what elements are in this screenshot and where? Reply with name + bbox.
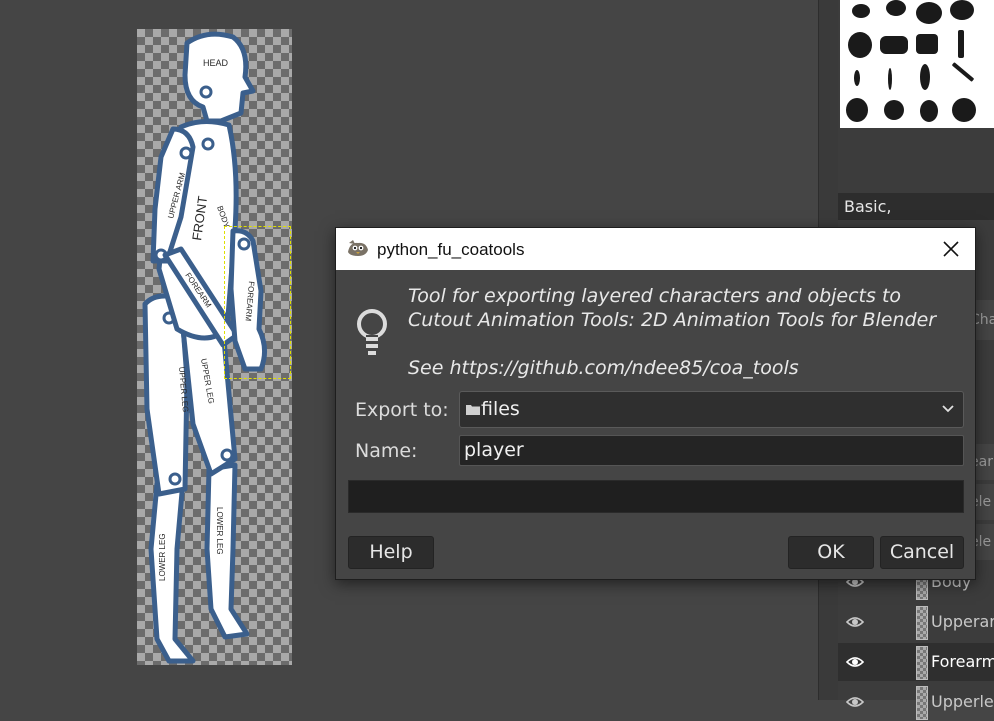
brush-thumbnail[interactable] (852, 4, 870, 18)
layer-row-upperleg[interactable]: Upperleg (838, 683, 994, 721)
brush-thumbnail[interactable] (951, 62, 975, 82)
dialog-titlebar[interactable]: python_fu_coatools (336, 228, 975, 270)
progress-bar (348, 480, 964, 513)
brush-thumbnail[interactable] (958, 30, 964, 58)
description-line: Cutout Animation Tools: 2D Animation Too… (408, 309, 937, 331)
lower-leg-label-right: LOWER LEG (215, 507, 224, 555)
layer-name: Upperleg (931, 692, 994, 711)
brushes-panel[interactable] (840, 0, 994, 128)
dialog-title: python_fu_coatools (377, 240, 525, 259)
export-folder-chooser[interactable]: files (459, 391, 964, 428)
chevron-down-icon (942, 405, 954, 413)
lightbulb-icon (357, 309, 387, 355)
brush-thumbnail[interactable] (888, 68, 892, 90)
gimp-icon (348, 240, 368, 256)
cancel-button[interactable]: Cancel (880, 536, 964, 569)
brush-thumbnail[interactable] (848, 32, 872, 58)
export-to-label: Export to: (355, 399, 449, 421)
brush-thumbnail[interactable] (880, 36, 908, 54)
brush-thumbnail[interactable] (916, 2, 942, 24)
description-line: Tool for exporting layered characters an… (408, 285, 902, 307)
layer-name: Forearm (931, 652, 994, 671)
name-label: Name: (355, 440, 418, 462)
folder-icon (466, 405, 480, 415)
layer-thumbnail (916, 686, 928, 720)
name-field[interactable]: player (459, 435, 964, 466)
eye-icon[interactable] (846, 693, 864, 711)
brush-thumbnail[interactable] (920, 64, 930, 90)
description-link-line: See https://github.com/ndee85/coa_tools (408, 357, 799, 379)
eye-icon[interactable] (846, 653, 864, 671)
head-label: HEAD (203, 58, 229, 68)
brush-thumbnail[interactable] (854, 70, 860, 86)
brush-thumbnail[interactable] (886, 0, 906, 16)
brush-thumbnail[interactable] (916, 34, 938, 54)
layer-thumbnail (916, 646, 928, 680)
dialog-description: Tool for exporting layered characters an… (408, 284, 936, 380)
brush-preset-field[interactable]: Basic, (838, 193, 994, 220)
layer-row-upperarm[interactable]: Upperarm (838, 603, 994, 641)
head-part (182, 31, 256, 124)
eye-icon[interactable] (846, 613, 864, 631)
ok-button[interactable]: OK (788, 536, 874, 569)
lower-leg-label-left: LOWER LEG (158, 533, 167, 581)
brush-thumbnail[interactable] (846, 98, 868, 122)
brush-thumbnail[interactable] (952, 98, 976, 122)
layer-selection-boundary (224, 226, 291, 379)
layer-row-forearm[interactable]: Forearm (838, 643, 994, 681)
layer-thumbnail (916, 606, 928, 640)
brush-thumbnail[interactable] (950, 0, 974, 20)
brush-thumbnail[interactable] (920, 100, 938, 122)
export-folder-value: files (481, 398, 520, 420)
help-button[interactable]: Help (348, 536, 434, 569)
lower-leg-right-part (204, 462, 250, 640)
layer-name: Upperarm (931, 612, 994, 631)
close-icon[interactable] (935, 234, 967, 264)
coatools-dialog: python_fu_coatools Tool for exporting la… (335, 227, 976, 580)
brush-thumbnail[interactable] (884, 100, 904, 120)
